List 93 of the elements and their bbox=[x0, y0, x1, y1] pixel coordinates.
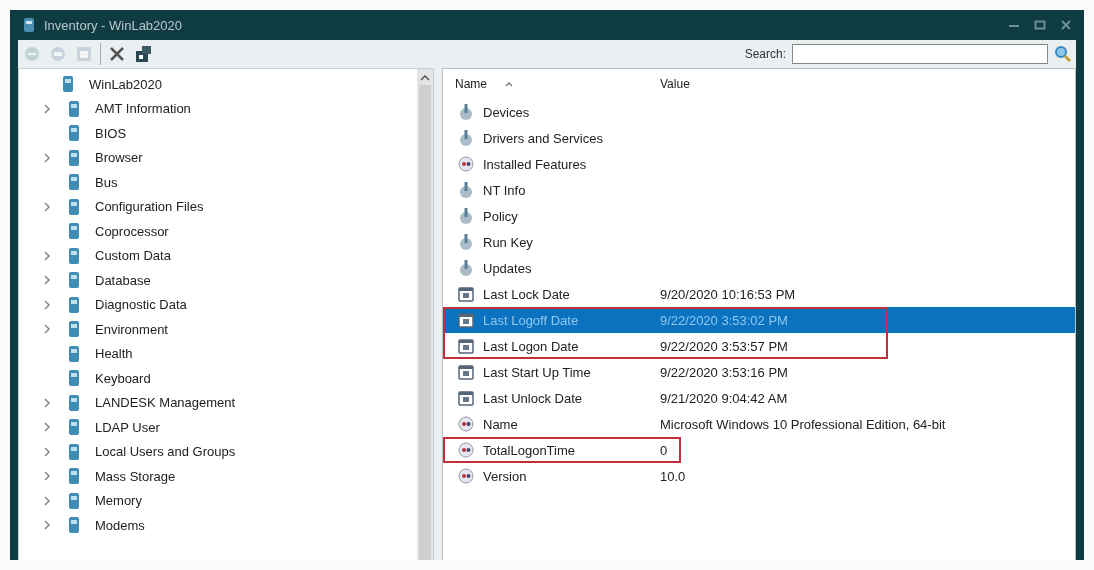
tree-item[interactable]: Coprocessor bbox=[95, 223, 169, 239]
tree-item[interactable]: Configuration Files bbox=[95, 199, 204, 215]
name-cell: Drivers and Services bbox=[483, 130, 603, 146]
column-header[interactable]: Value bbox=[648, 69, 1075, 99]
expand-chevron-icon bbox=[43, 495, 51, 506]
maximize-icon[interactable] bbox=[1034, 19, 1046, 31]
close-icon[interactable] bbox=[1060, 19, 1072, 31]
list-row[interactable]: Name Microsoft Windows 10 Professional Edition, 64-bit bbox=[443, 411, 1075, 437]
name-cell: Policy bbox=[483, 208, 518, 224]
value-cell: 9/21/2020 9:04:42 AM bbox=[660, 390, 788, 406]
list-row[interactable]: Last Unlock Date 9/21/2020 9:04:42 AM bbox=[443, 385, 1075, 411]
list-row[interactable]: NT Info bbox=[443, 177, 1075, 203]
value-cell: 9/22/2020 3:53:02 PM bbox=[660, 312, 788, 328]
value-cell: 10.0 bbox=[660, 468, 686, 484]
property-icon bbox=[457, 155, 475, 173]
list-row[interactable]: Version 10.0 bbox=[443, 463, 1075, 489]
tree-item[interactable]: LDAP User bbox=[95, 419, 160, 435]
expand-chevron-icon bbox=[43, 471, 51, 482]
search-label: Search: bbox=[744, 47, 786, 61]
wrench-icon bbox=[457, 103, 475, 121]
tree-item[interactable]: Environment bbox=[95, 321, 168, 337]
tree-item[interactable]: Memory bbox=[95, 493, 142, 509]
name-cell: Run Key bbox=[483, 234, 533, 250]
list-row[interactable]: Last Lock Date 9/20/2020 10:16:53 PM bbox=[443, 281, 1075, 307]
search-icon[interactable] bbox=[1054, 45, 1072, 63]
expand-chevron-icon bbox=[43, 422, 51, 433]
tree-item[interactable]: Diagnostic Data bbox=[95, 297, 187, 313]
wrench-icon bbox=[457, 233, 475, 251]
wrench-icon bbox=[457, 181, 475, 199]
expand-chevron-icon bbox=[43, 446, 51, 457]
wrench-icon bbox=[457, 129, 475, 147]
name-cell: Devices bbox=[483, 104, 530, 120]
list-row[interactable]: Drivers and Services bbox=[443, 125, 1075, 151]
name-cell: Last Start Up Time bbox=[483, 364, 591, 380]
list-row[interactable]: Updates bbox=[443, 255, 1075, 281]
name-cell: Name bbox=[483, 416, 518, 432]
property-icon bbox=[457, 415, 475, 433]
name-cell: Last Logon Date bbox=[483, 338, 579, 354]
tree-item[interactable]: Keyboard bbox=[95, 370, 151, 386]
list-row[interactable]: Devices bbox=[443, 99, 1075, 125]
list-row[interactable]: Installed Features bbox=[443, 151, 1075, 177]
list-row[interactable]: Last Logon Date 9/22/2020 3:53:57 PM bbox=[443, 333, 1075, 359]
expand-chevron-icon bbox=[43, 520, 51, 531]
name-cell: Last Unlock Date bbox=[483, 390, 582, 406]
properties-icon[interactable] bbox=[133, 44, 153, 64]
list-row[interactable]: Run Key bbox=[443, 229, 1075, 255]
name-cell: Version bbox=[483, 468, 527, 484]
tree-item[interactable]: Custom Data bbox=[95, 248, 171, 264]
sort-ascending-icon bbox=[505, 81, 513, 87]
expand-chevron-icon bbox=[43, 299, 51, 310]
value-cell: 0 bbox=[660, 442, 668, 458]
window-title: Inventory - WinLab2020 bbox=[44, 17, 183, 33]
property-icon bbox=[457, 467, 475, 485]
tree-item[interactable]: Health bbox=[95, 346, 133, 362]
value-cell: 9/20/2020 10:16:53 PM bbox=[660, 286, 796, 302]
name-cell: Last Lock Date bbox=[483, 286, 570, 302]
tree-item[interactable]: Database bbox=[95, 272, 151, 288]
tree-item[interactable]: AMT Information bbox=[95, 101, 191, 117]
list-row[interactable]: Policy bbox=[443, 203, 1075, 229]
value-cell: 9/22/2020 3:53:57 PM bbox=[660, 338, 788, 354]
wrench-icon bbox=[457, 259, 475, 277]
tree-item[interactable]: Mass Storage bbox=[95, 468, 176, 484]
name-cell: Installed Features bbox=[483, 156, 587, 172]
tree-item[interactable]: BIOS bbox=[95, 125, 127, 141]
expand-chevron-icon bbox=[43, 324, 51, 335]
tree-item[interactable]: Bus bbox=[95, 174, 118, 190]
expand-chevron-icon bbox=[43, 103, 51, 114]
tree-item[interactable]: Modems bbox=[95, 517, 145, 533]
wrench-icon bbox=[457, 207, 475, 225]
scroll-up-icon[interactable] bbox=[420, 75, 430, 81]
expand-chevron-icon bbox=[43, 201, 51, 212]
column-header[interactable]: Name bbox=[443, 69, 648, 99]
value-cell: 9/22/2020 3:53:16 PM bbox=[660, 364, 788, 380]
list-row[interactable]: TotalLogonTime 0 bbox=[443, 437, 1075, 463]
search-field[interactable] bbox=[792, 44, 1048, 64]
name-cell: Updates bbox=[483, 260, 532, 276]
tree-item[interactable]: WinLab2020 bbox=[89, 76, 162, 92]
expand-chevron-icon bbox=[43, 250, 51, 261]
expand-chevron-icon bbox=[43, 152, 51, 163]
expand-chevron-icon bbox=[43, 275, 51, 286]
expand-chevron-icon bbox=[43, 397, 51, 408]
scroll-thumb[interactable] bbox=[419, 85, 431, 560]
name-cell: Last Logoff Date bbox=[483, 312, 579, 328]
property-icon bbox=[457, 441, 475, 459]
tree-item[interactable]: Local Users and Groups bbox=[95, 444, 236, 460]
scrollbar[interactable] bbox=[417, 69, 433, 560]
name-cell: TotalLogonTime bbox=[483, 442, 575, 458]
app-icon bbox=[22, 17, 36, 33]
name-cell: NT Info bbox=[483, 182, 526, 198]
tree-item[interactable]: LANDESK Management bbox=[95, 395, 236, 411]
list-row[interactable]: Last Start Up Time 9/22/2020 3:53:16 PM bbox=[443, 359, 1075, 385]
tree-item[interactable]: Browser bbox=[95, 150, 143, 166]
value-cell: Microsoft Windows 10 Professional Edition, 64-bit bbox=[660, 416, 946, 432]
